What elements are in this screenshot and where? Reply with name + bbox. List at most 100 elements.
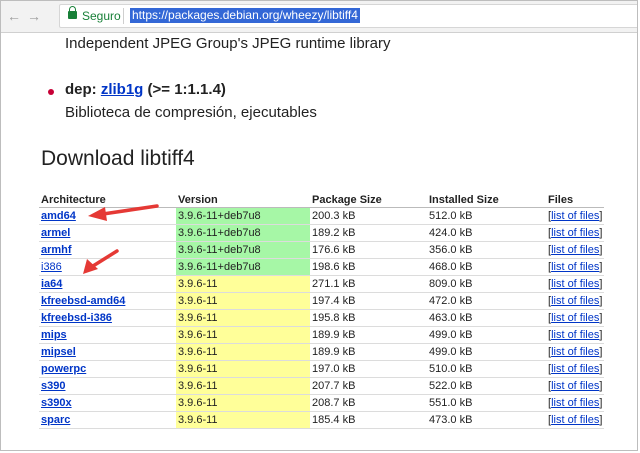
arch-link-kfreebsd-i386[interactable]: kfreebsd-i386 xyxy=(41,312,112,324)
files-cell: [list of files] xyxy=(546,377,605,395)
installed-size-cell: 473.0 kB xyxy=(427,411,546,429)
list-of-files-link[interactable]: list of files xyxy=(551,397,599,409)
header-package-size: Package Size xyxy=(310,192,427,208)
files-cell: [list of files] xyxy=(546,241,605,259)
installed-size-cell: 499.0 kB xyxy=(427,343,546,361)
bracket-close: ] xyxy=(599,397,603,409)
bracket-close: ] xyxy=(599,380,603,392)
table-row: kfreebsd-amd64 3.9.6-11 197.4 kB 472.0 kB [l… xyxy=(39,292,605,310)
lock-icon xyxy=(68,6,77,19)
package-size-cell: 208.7 kB xyxy=(310,394,427,412)
arch-link-kfreebsd-amd64[interactable]: kfreebsd-amd64 xyxy=(41,295,125,307)
annotation-arrow-icon xyxy=(88,204,159,221)
version-cell: 3.9.6-11+deb7u8 xyxy=(176,241,310,259)
arch-link-armhf[interactable]: armhf xyxy=(41,244,72,256)
files-cell: [list of files] xyxy=(546,326,605,344)
bracket-close: ] xyxy=(599,414,603,426)
arch-link-i386[interactable]: i386 xyxy=(41,261,62,273)
files-cell: [list of files] xyxy=(546,309,605,327)
arch-cell: armel xyxy=(39,224,176,242)
arch-link-amd64[interactable]: amd64 xyxy=(41,210,76,222)
previous-dependency-description: Independent JPEG Group's JPEG runtime li… xyxy=(65,35,391,52)
table-row: s390x 3.9.6-11 208.7 kB 551.0 kB [list of fi… xyxy=(39,394,605,412)
table-row: powerpc 3.9.6-11 197.0 kB 510.0 kB [list of … xyxy=(39,360,605,378)
arch-link-powerpc[interactable]: powerpc xyxy=(41,363,86,375)
arch-link-mips[interactable]: mips xyxy=(41,329,67,341)
arch-link-ia64[interactable]: ia64 xyxy=(41,278,62,290)
package-size-cell: 200.3 kB xyxy=(310,207,427,225)
installed-size-cell: 510.0 kB xyxy=(427,360,546,378)
bracket-close: ] xyxy=(599,261,603,273)
installed-size-cell: 551.0 kB xyxy=(427,394,546,412)
dependency-description: Biblioteca de compresión, ejecutables xyxy=(65,104,317,121)
installed-size-cell: 809.0 kB xyxy=(427,275,546,293)
table-row: ia64 3.9.6-11 271.1 kB 809.0 kB [list of fil… xyxy=(39,275,605,293)
back-arrow-icon[interactable]: ← xyxy=(7,8,21,24)
installed-size-cell: 468.0 kB xyxy=(427,258,546,276)
files-cell: [list of files] xyxy=(546,275,605,293)
list-of-files-link[interactable]: list of files xyxy=(551,363,599,375)
files-cell: [list of files] xyxy=(546,258,605,276)
list-of-files-link[interactable]: list of files xyxy=(551,210,599,222)
arch-link-mipsel[interactable]: mipsel xyxy=(41,346,76,358)
annotation-arrow-icon xyxy=(83,249,119,274)
header-installed-size: Installed Size xyxy=(427,192,546,208)
list-of-files-link[interactable]: list of files xyxy=(551,380,599,392)
forward-arrow-icon[interactable]: → xyxy=(27,8,41,24)
list-of-files-link[interactable]: list of files xyxy=(551,227,599,239)
list-of-files-link[interactable]: list of files xyxy=(551,244,599,256)
browser-window: ← → Seguro https://packages.debian.org/w… xyxy=(0,0,638,451)
version-cell: 3.9.6-11 xyxy=(176,343,310,361)
bracket-close: ] xyxy=(599,312,603,324)
arch-link-s390x[interactable]: s390x xyxy=(41,397,72,409)
list-of-files-link[interactable]: list of files xyxy=(551,414,599,426)
version-cell: 3.9.6-11 xyxy=(176,360,310,378)
arch-cell: kfreebsd-amd64 xyxy=(39,292,176,310)
files-cell: [list of files] xyxy=(546,207,605,225)
url-text[interactable]: https://packages.debian.org/wheezy/libti… xyxy=(130,8,360,23)
table-row: i386 3.9.6-11+deb7u8 198.6 kB 468.0 kB [list… xyxy=(39,258,605,276)
dependency-package-link[interactable]: zlib1g xyxy=(101,81,144,98)
installed-size-cell: 522.0 kB xyxy=(427,377,546,395)
bracket-close: ] xyxy=(599,244,603,256)
download-table: Architecture Version Package Size Instal… xyxy=(39,192,605,429)
arch-link-sparc[interactable]: sparc xyxy=(41,414,70,426)
package-size-cell: 189.9 kB xyxy=(310,343,427,361)
package-size-cell: 198.6 kB xyxy=(310,258,427,276)
address-bar[interactable]: Seguro https://packages.debian.org/wheez… xyxy=(59,4,637,28)
bracket-close: ] xyxy=(599,329,603,341)
package-size-cell: 271.1 kB xyxy=(310,275,427,293)
list-of-files-link[interactable]: list of files xyxy=(551,261,599,273)
bullet-icon xyxy=(48,89,54,95)
bracket-close: ] xyxy=(599,210,603,222)
files-cell: [list of files] xyxy=(546,394,605,412)
header-version: Version xyxy=(176,192,310,208)
version-cell: 3.9.6-11 xyxy=(176,411,310,429)
table-row: mips 3.9.6-11 189.9 kB 499.0 kB [list of fil… xyxy=(39,326,605,344)
arch-cell: sparc xyxy=(39,411,176,429)
installed-size-cell: 472.0 kB xyxy=(427,292,546,310)
installed-size-cell: 463.0 kB xyxy=(427,309,546,327)
version-cell: 3.9.6-11 xyxy=(176,326,310,344)
arch-link-s390[interactable]: s390 xyxy=(41,380,65,392)
list-of-files-link[interactable]: list of files xyxy=(551,295,599,307)
package-size-cell: 195.8 kB xyxy=(310,309,427,327)
files-cell: [list of files] xyxy=(546,224,605,242)
package-size-cell: 197.4 kB xyxy=(310,292,427,310)
address-separator xyxy=(123,8,124,24)
bracket-close: ] xyxy=(599,363,603,375)
list-of-files-link[interactable]: list of files xyxy=(551,312,599,324)
arch-cell: ia64 xyxy=(39,275,176,293)
files-cell: [list of files] xyxy=(546,360,605,378)
list-of-files-link[interactable]: list of files xyxy=(551,329,599,341)
installed-size-cell: 499.0 kB xyxy=(427,326,546,344)
package-size-cell: 189.9 kB xyxy=(310,326,427,344)
dependency-version: (>= 1:1.1.4) xyxy=(147,81,226,98)
list-of-files-link[interactable]: list of files xyxy=(551,278,599,290)
list-of-files-link[interactable]: list of files xyxy=(551,346,599,358)
table-row: sparc 3.9.6-11 185.4 kB 473.0 kB [list of fi… xyxy=(39,411,605,429)
files-cell: [list of files] xyxy=(546,411,605,429)
arch-link-armel[interactable]: armel xyxy=(41,227,70,239)
arch-cell: mipsel xyxy=(39,343,176,361)
bracket-close: ] xyxy=(599,227,603,239)
